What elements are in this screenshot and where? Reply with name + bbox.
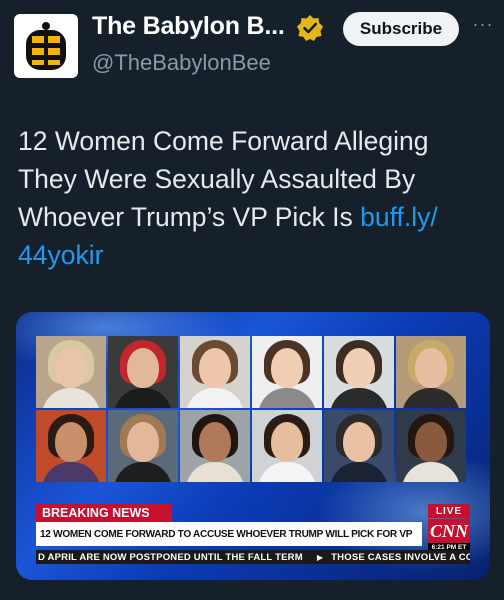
headshot-face [271,348,303,388]
headshot-photo [324,410,394,482]
tweet-text: 12 Women Come Forward Alleging They Were… [18,122,488,274]
news-chyron: BREAKING NEWS 12 WOMEN COME FORWARD TO A… [36,504,470,564]
headshot-body [330,462,388,482]
ticker-text-right: THOSE CASES INVOLVE A COPYR [331,551,470,563]
headshot-body [330,388,388,408]
news-ticker: D APRIL ARE NOW POSTPONED UNTIL THE FALL… [36,550,470,564]
bee-logo-icon [26,22,66,70]
babylon-bee-avatar[interactable] [14,14,78,78]
headshot-face [55,348,87,388]
headshot-photo [36,336,106,408]
headshot-body [258,388,316,408]
verified-badge-icon [297,15,323,41]
headshot-face [271,422,303,462]
headshot-face [199,422,231,462]
headshot-body [114,388,172,408]
headshot-body [42,388,100,408]
subscribe-button[interactable]: Subscribe [343,12,459,46]
headshot-face [127,422,159,462]
headshot-body [402,462,460,482]
ticker-text-left: D APRIL ARE NOW POSTPONED UNTIL THE FALL… [38,551,303,563]
headshot-body [42,462,100,482]
headshot-photo [108,410,178,482]
headshot-face [415,422,447,462]
headshot-photo [36,410,106,482]
headshot-photo [252,336,322,408]
more-options-icon[interactable]: ··· [468,14,498,40]
chyron-headline: 12 WOMEN COME FORWARD TO ACCUSE WHOEVER … [36,522,422,546]
headshot-face [199,348,231,388]
account-name[interactable]: The Babylon B... [92,12,285,41]
headshot-photo [180,336,250,408]
headshot-photo [180,410,250,482]
headshot-body [258,462,316,482]
headshot-body [186,462,244,482]
live-badge: LIVE [428,504,470,518]
headshot-face [415,348,447,388]
headshot-face [343,422,375,462]
headshot-face [127,348,159,388]
account-handle[interactable]: @TheBabylonBee [92,50,271,76]
headshot-face [343,348,375,388]
headshot-photo [396,336,466,408]
cnn-logo: CNN [428,519,470,543]
headshot-photo [396,410,466,482]
headshot-face [55,422,87,462]
tweet-header: The Babylon B... @TheBabylonBee Subscrib… [0,0,504,100]
breaking-news-label: BREAKING NEWS [36,504,172,522]
headshot-body [402,388,460,408]
headshot-photo [252,410,322,482]
ticker-arrow-icon: ▶ [316,552,324,562]
photo-grid [36,336,468,490]
headshot-body [114,462,172,482]
headshot-body [186,388,244,408]
headshot-photo [108,336,178,408]
tweet-media-image[interactable]: BREAKING NEWS 12 WOMEN COME FORWARD TO A… [16,312,490,580]
headshot-photo [324,336,394,408]
